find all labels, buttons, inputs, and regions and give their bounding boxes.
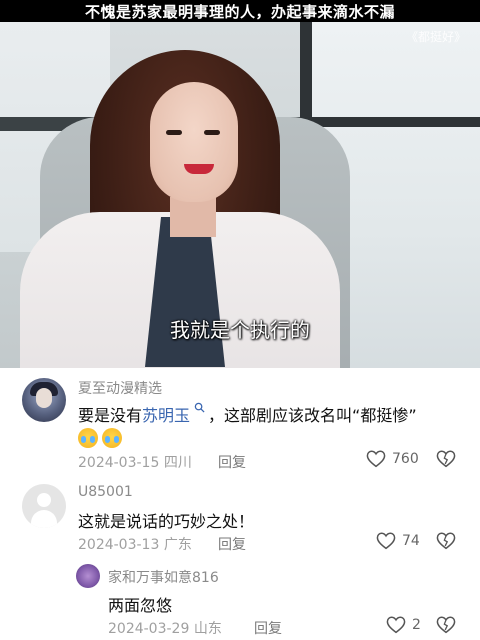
dislike-heart-icon xyxy=(436,616,456,634)
comment-location: 山东 xyxy=(193,621,222,637)
comment-location: 广东 xyxy=(163,537,192,553)
comment-text: 要是没有苏明玉 ，这部剧应该改名叫“都挺惨” xyxy=(78,402,417,426)
comment-text: 这就是说话的巧妙之处！ xyxy=(78,512,255,531)
heart-icon xyxy=(376,532,396,550)
dislike-heart-icon xyxy=(436,532,456,550)
heart-icon xyxy=(366,450,386,468)
comment-text-part: ，这部剧应该改名叫“都挺惨” xyxy=(208,406,417,425)
comment-date: 2024-03-29 xyxy=(108,621,190,637)
comment-text: 两面忽悠 xyxy=(108,596,173,615)
video-title: 不愧是苏家最明事理的人，办起事来滴水不漏 xyxy=(84,2,395,21)
comment-username[interactable]: U85001 xyxy=(78,484,133,500)
like-count: 760 xyxy=(392,451,419,467)
comment-list: 夏至动漫精选 要是没有苏明玉 ，这部剧应该改名叫“都挺惨” 2024-03-15… xyxy=(0,368,480,640)
comment-text-part: 要是没有 xyxy=(78,406,143,425)
dislike-button[interactable] xyxy=(436,532,456,550)
like-count: 2 xyxy=(412,617,421,633)
video-player[interactable]: 《都挺好》 我就是个执行的 xyxy=(0,22,480,368)
like-count: 74 xyxy=(402,533,420,549)
comment-username[interactable]: 夏至动漫精选 xyxy=(78,378,162,398)
dislike-heart-icon xyxy=(436,450,456,468)
window-frame-horizontal-right xyxy=(300,117,480,127)
comment-meta: 2024-03-13 广东 xyxy=(78,534,192,554)
comment-username[interactable]: 家和万事如意816 xyxy=(108,567,219,587)
neck xyxy=(170,197,216,237)
dislike-button[interactable] xyxy=(436,616,456,634)
avatar[interactable] xyxy=(22,378,66,422)
reply-button[interactable]: 回复 xyxy=(218,534,246,554)
comment-meta: 2024-03-29 山东 xyxy=(108,618,222,638)
comment-location: 四川 xyxy=(163,455,192,471)
like-button[interactable]: 760 xyxy=(366,450,419,468)
avatar[interactable] xyxy=(76,564,100,588)
comment-date: 2024-03-13 xyxy=(78,537,160,553)
search-icon[interactable] xyxy=(190,402,208,416)
search-link[interactable]: 苏明玉 xyxy=(142,406,190,425)
face xyxy=(150,82,238,202)
reply-button[interactable]: 回复 xyxy=(254,618,282,638)
comment-date: 2024-03-15 xyxy=(78,455,160,471)
crying-laughing-emoji-icon xyxy=(78,428,98,448)
like-button[interactable]: 74 xyxy=(376,532,420,550)
crying-laughing-emoji-icon xyxy=(102,428,122,448)
dislike-button[interactable] xyxy=(436,450,456,468)
reply-button[interactable]: 回复 xyxy=(218,452,246,472)
left-eye xyxy=(166,130,182,135)
avatar[interactable] xyxy=(22,484,66,528)
video-subtitle: 我就是个执行的 xyxy=(170,318,310,342)
heart-icon xyxy=(386,616,406,634)
like-button[interactable]: 2 xyxy=(386,616,421,634)
comment-meta: 2024-03-15 四川 xyxy=(78,452,192,472)
video-title-bar: 不愧是苏家最明事理的人，办起事来滴水不漏 xyxy=(0,0,480,22)
right-eye xyxy=(204,130,220,135)
watermark: 《都挺好》 xyxy=(405,30,466,44)
